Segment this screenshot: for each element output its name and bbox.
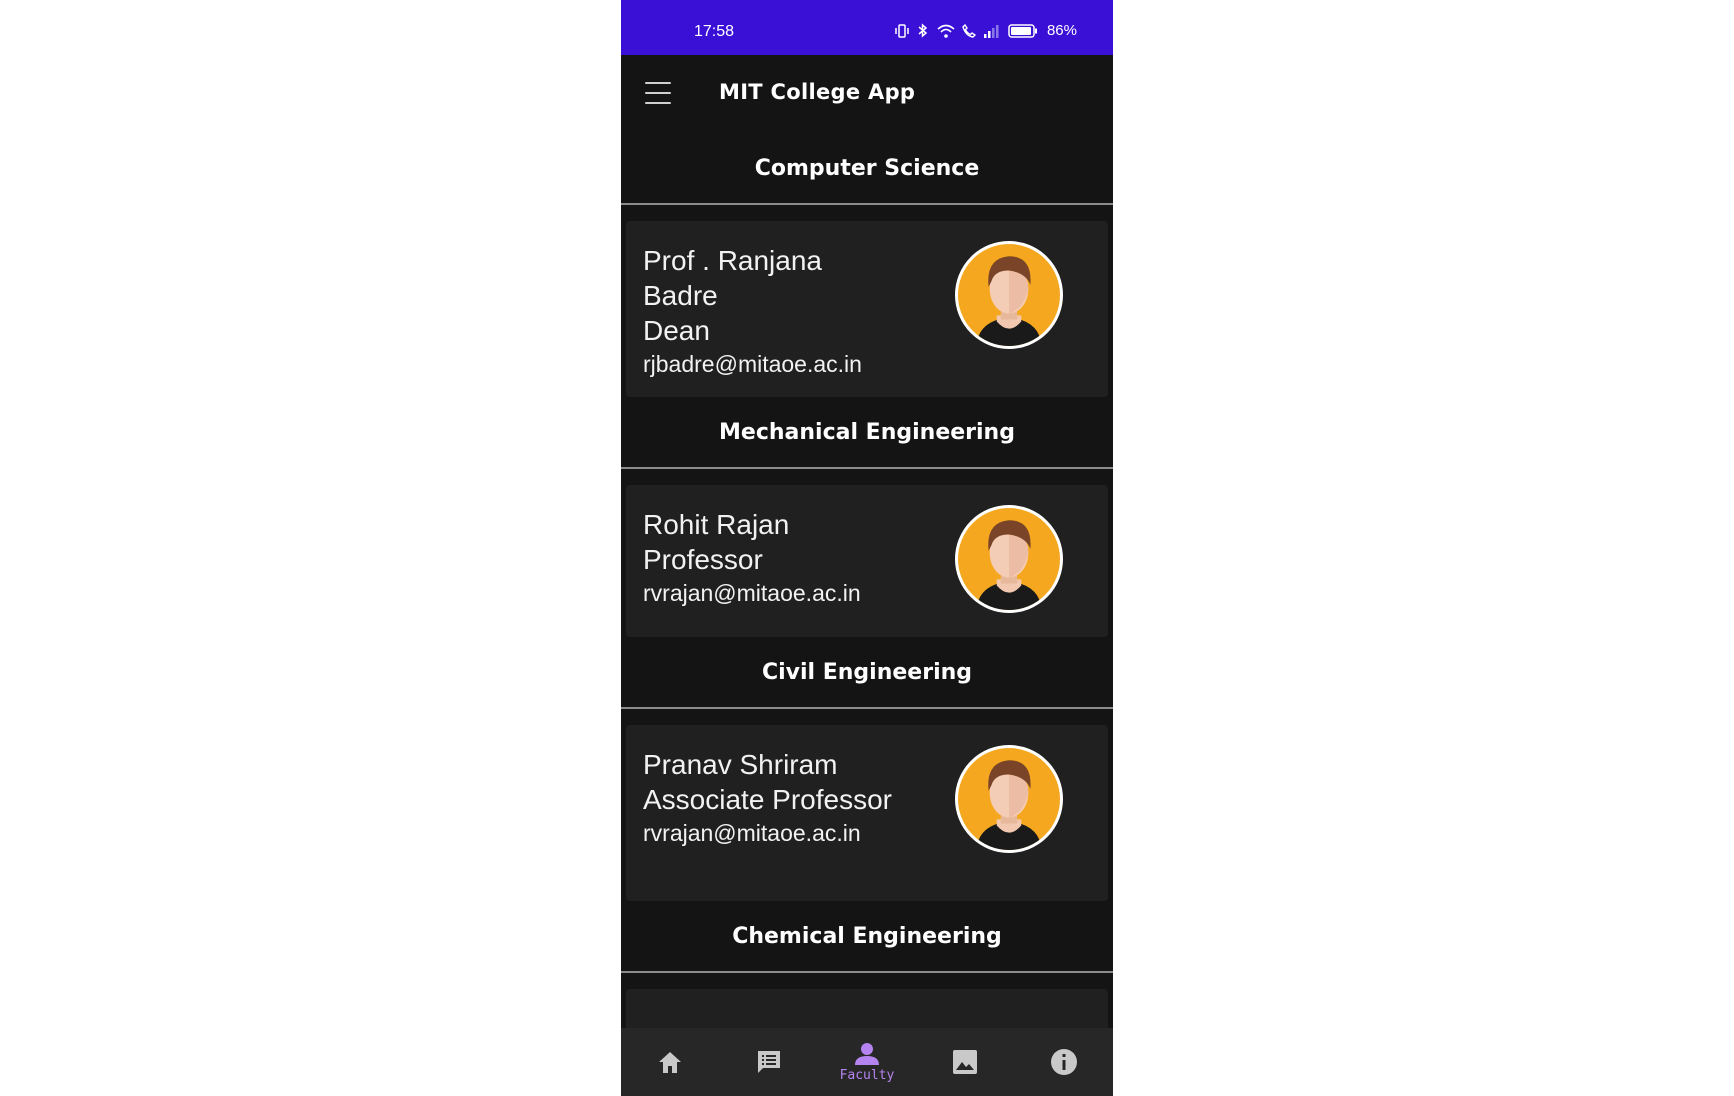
battery-icon bbox=[1008, 23, 1037, 38]
nav-notices[interactable] bbox=[734, 1028, 804, 1096]
app-title: MIT College App bbox=[719, 80, 916, 104]
department-header: Chemical Engineering bbox=[621, 901, 1113, 973]
department-section: Computer Science Prof . Ranjana Badre De… bbox=[621, 133, 1113, 397]
department-section: Chemical Engineering bbox=[621, 901, 1113, 1028]
nav-info[interactable] bbox=[1029, 1028, 1099, 1096]
bluetooth-icon bbox=[918, 23, 928, 38]
home-icon bbox=[659, 1052, 682, 1073]
call-icon bbox=[962, 23, 976, 38]
faculty-details: Pranav Shriram Associate Professor rvraj… bbox=[643, 747, 903, 847]
faculty-card[interactable]: Pranav Shriram Associate Professor rvraj… bbox=[626, 725, 1108, 901]
avatar bbox=[955, 745, 1063, 853]
bottom-navigation: Faculty bbox=[621, 1028, 1113, 1096]
person-icon bbox=[854, 1042, 879, 1065]
status-icons: 86% bbox=[895, 22, 1077, 39]
gallery-icon bbox=[953, 1050, 978, 1074]
status-time: 17:58 bbox=[694, 23, 735, 40]
faculty-card[interactable]: Prof . Ranjana Badre Dean rjbadre@mitaoe… bbox=[626, 221, 1108, 397]
department-header: Mechanical Engineering bbox=[621, 397, 1113, 469]
wifi-icon bbox=[937, 24, 955, 38]
battery-percent: 86% bbox=[1046, 22, 1077, 39]
department-header: Computer Science bbox=[621, 133, 1113, 205]
faculty-name: Pranav Shriram bbox=[643, 749, 838, 780]
person-avatar-icon bbox=[976, 520, 1042, 610]
nav-gallery[interactable] bbox=[930, 1028, 1000, 1096]
faculty-email: rvrajan@mitaoe.ac.in bbox=[643, 820, 861, 846]
faculty-name: Prof . Ranjana Badre bbox=[643, 245, 822, 311]
department-section: Mechanical Engineering Rohit Rajan Profe… bbox=[621, 397, 1113, 637]
faculty-card[interactable] bbox=[626, 989, 1108, 1028]
faculty-card[interactable]: Rohit Rajan Professor rvrajan@mitaoe.ac.… bbox=[626, 485, 1108, 637]
avatar bbox=[955, 505, 1063, 613]
info-icon bbox=[1050, 1049, 1077, 1075]
faculty-email: rvrajan@mitaoe.ac.in bbox=[643, 580, 861, 606]
nav-home[interactable] bbox=[635, 1028, 705, 1096]
faculty-email: rjbadre@mitaoe.ac.in bbox=[643, 351, 862, 377]
nav-faculty[interactable]: Faculty bbox=[832, 1028, 902, 1096]
faculty-role: Associate Professor bbox=[643, 784, 892, 815]
notice-icon bbox=[757, 1051, 780, 1073]
nav-faculty-label: Faculty bbox=[839, 1067, 895, 1083]
hamburger-menu-icon[interactable] bbox=[641, 79, 675, 107]
app-bar: MIT College App bbox=[621, 55, 1113, 133]
vibrate-icon bbox=[895, 23, 909, 38]
status-bar: 17:58 86% bbox=[621, 0, 1113, 55]
phone-screen: 17:58 86% MIT College App Computer Scien… bbox=[621, 0, 1113, 1096]
faculty-details: Rohit Rajan Professor rvrajan@mitaoe.ac.… bbox=[643, 507, 903, 607]
faculty-role: Professor bbox=[643, 544, 763, 575]
faculty-list[interactable]: Computer Science Prof . Ranjana Badre De… bbox=[621, 133, 1113, 1028]
faculty-details: Prof . Ranjana Badre Dean rjbadre@mitaoe… bbox=[643, 243, 903, 378]
signal-icon bbox=[983, 24, 999, 38]
faculty-role: Dean bbox=[643, 315, 710, 346]
faculty-name: Rohit Rajan bbox=[643, 509, 790, 540]
avatar bbox=[955, 241, 1063, 349]
department-header: Civil Engineering bbox=[621, 637, 1113, 709]
person-avatar-icon bbox=[976, 760, 1042, 850]
department-section: Civil Engineering Pranav Shriram Associa… bbox=[621, 637, 1113, 901]
person-avatar-icon bbox=[976, 256, 1042, 346]
